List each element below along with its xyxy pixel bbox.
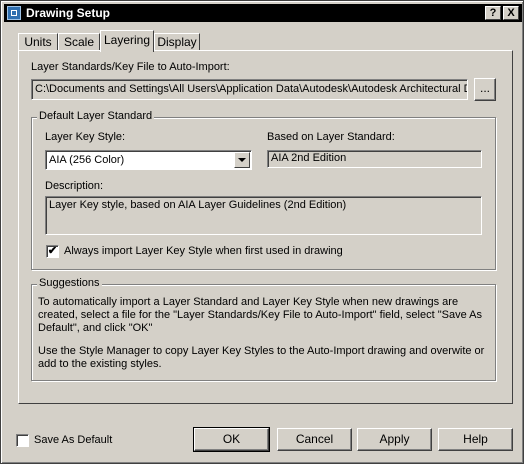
based-on-label: Based on Layer Standard:	[267, 131, 395, 143]
description-field: Layer Key style, based on AIA Layer Guid…	[45, 196, 482, 235]
key-file-path-field[interactable]: C:\Documents and Settings\All Users\Appl…	[31, 79, 468, 100]
close-icon-button[interactable]: X	[503, 6, 519, 20]
always-import-label: Always import Layer Key Style when first…	[64, 245, 343, 257]
apply-button[interactable]: Apply	[357, 428, 432, 451]
drawing-setup-dialog: Drawing Setup ? X Units Scale Layering D…	[0, 0, 524, 464]
based-on-field: AIA 2nd Edition	[267, 150, 482, 168]
cancel-button[interactable]: Cancel	[277, 428, 352, 451]
key-style-label: Layer Key Style:	[45, 131, 126, 143]
suggestion-text-2: Use the Style Manager to copy Layer Key …	[38, 345, 485, 370]
description-label: Description:	[45, 180, 104, 192]
default-layer-standard-title: Default Layer Standard	[37, 110, 155, 122]
title-bar: Drawing Setup ? X	[4, 4, 522, 22]
chevron-down-icon[interactable]	[234, 152, 250, 168]
save-as-default-label: Save As Default	[34, 434, 113, 446]
key-file-label: Layer Standards/Key File to Auto-Import:	[31, 61, 230, 73]
tab-layering[interactable]: Layering	[100, 30, 154, 52]
help-icon-button[interactable]: ?	[485, 6, 501, 20]
app-icon	[7, 6, 21, 20]
default-layer-standard-group: Default Layer Standard Layer Key Style: …	[31, 110, 496, 270]
suggestion-text-1: To automatically import a Layer Standard…	[38, 296, 482, 334]
suggestions-group: Suggestions To automatically import a La…	[31, 277, 496, 381]
help-button[interactable]: Help	[438, 428, 513, 451]
ok-button[interactable]: OK	[193, 427, 270, 452]
key-style-dropdown[interactable]: AIA (256 Color)	[45, 150, 252, 170]
window-title: Drawing Setup	[26, 6, 111, 20]
suggestions-title: Suggestions	[37, 277, 102, 289]
key-style-value: AIA (256 Color)	[49, 154, 125, 166]
tab-scale[interactable]: Scale	[58, 33, 100, 51]
always-import-checkbox[interactable]: ✔	[46, 245, 59, 258]
browse-button[interactable]: ...	[474, 78, 496, 101]
tab-display[interactable]: Display	[154, 33, 200, 51]
save-as-default-checkbox[interactable]	[16, 434, 29, 447]
tab-units[interactable]: Units	[18, 33, 58, 51]
layering-panel: Layer Standards/Key File to Auto-Import:…	[18, 50, 513, 404]
